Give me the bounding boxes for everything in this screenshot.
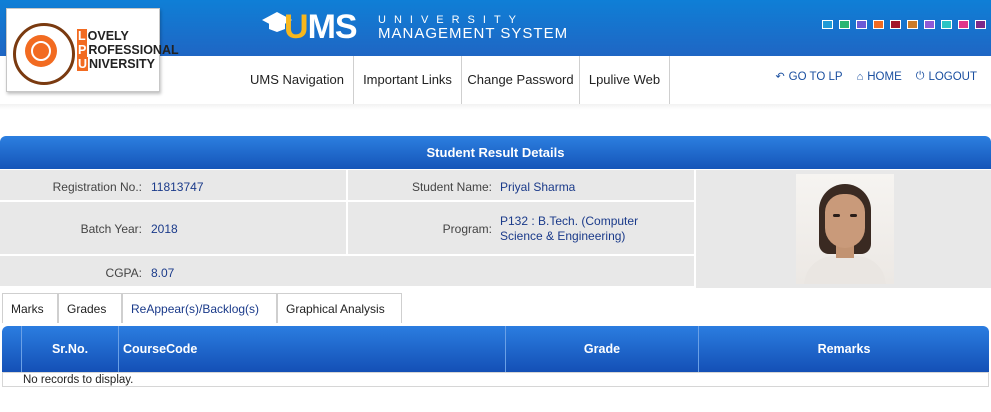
theme-swatch-3[interactable] xyxy=(856,20,867,29)
nav-important-links[interactable]: Important Links xyxy=(354,56,462,104)
theme-swatch-7[interactable] xyxy=(924,20,935,29)
nav-shadow xyxy=(0,104,991,110)
logout-link[interactable]: ⏻ LOGOUT xyxy=(916,70,977,83)
batch-cell: Batch Year: 2018 xyxy=(0,202,348,256)
batch-value: 2018 xyxy=(151,222,178,236)
no-records-message: No records to display. xyxy=(23,374,134,386)
program-cell: Program: P132 : B.Tech. (Computer Scienc… xyxy=(348,202,696,256)
home-link[interactable]: ⌂ HOME xyxy=(857,70,902,83)
student-name-cell: Student Name: Priyal Sharma xyxy=(348,170,696,202)
cgpa-cell: CGPA: 8.07 xyxy=(0,256,696,288)
return-icon: ↶ xyxy=(775,71,785,83)
tab-marks[interactable]: Marks xyxy=(2,293,58,323)
program-value: P132 : B.Tech. (Computer Science & Engin… xyxy=(500,214,639,243)
top-right-links: ↶ GO TO LP ⌂ HOME ⏻ LOGOUT xyxy=(775,70,977,83)
results-grid-header: Sr.No. CourseCode Grade Remarks xyxy=(2,326,989,372)
program-label: Program: xyxy=(442,222,492,236)
go-to-lp-link[interactable]: ↶ GO TO LP xyxy=(775,70,842,84)
tab-reappear-backlog[interactable]: ReAppear(s)/Backlog(s) xyxy=(122,293,277,323)
student-photo xyxy=(796,174,894,284)
cgpa-label: CGPA: xyxy=(105,266,142,280)
panel-title: Student Result Details xyxy=(0,136,991,169)
theme-swatch-9[interactable] xyxy=(958,20,969,29)
student-name-label: Student Name: xyxy=(411,180,492,194)
registration-cell: Registration No.: 11813747 xyxy=(0,170,348,202)
tab-graphical-analysis[interactable]: Graphical Analysis xyxy=(277,293,402,323)
cgpa-value: 8.07 xyxy=(151,266,175,280)
theme-swatch-10[interactable] xyxy=(975,20,986,29)
theme-swatch-1[interactable] xyxy=(822,20,833,29)
col-remarks[interactable]: Remarks xyxy=(699,326,989,372)
registration-value: 11813747 xyxy=(151,180,204,194)
nav-lpulive-web[interactable]: Lpulive Web xyxy=(580,56,670,104)
theme-swatch-6[interactable] xyxy=(907,20,918,29)
batch-label: Batch Year: xyxy=(80,222,142,236)
theme-swatches xyxy=(822,20,986,29)
grid-empty-row: No records to display. xyxy=(2,372,989,387)
home-icon: ⌂ xyxy=(856,70,864,83)
university-name: L OVELY P ROFESSIONAL U NIVERSITY xyxy=(77,29,179,71)
university-seal-icon xyxy=(13,23,75,85)
theme-swatch-4[interactable] xyxy=(873,20,884,29)
theme-swatch-5[interactable] xyxy=(890,20,901,29)
nav-change-password[interactable]: Change Password xyxy=(462,56,580,104)
theme-swatch-8[interactable] xyxy=(941,20,952,29)
student-name-value: Priyal Sharma xyxy=(500,180,576,194)
col-grade[interactable]: Grade xyxy=(506,326,699,372)
power-icon: ⏻ xyxy=(915,70,925,82)
col-sr-no[interactable]: Sr.No. xyxy=(22,326,119,372)
grid-header-spacer xyxy=(2,326,22,372)
ums-logo-text: UMS xyxy=(284,8,358,46)
theme-swatch-2[interactable] xyxy=(839,20,850,29)
col-course-code[interactable]: CourseCode xyxy=(119,326,506,372)
ums-subtitle: UNIVERSITY MANAGEMENT SYSTEM xyxy=(378,14,569,42)
nav-ums-navigation[interactable]: UMS Navigation xyxy=(241,56,354,104)
photo-cell xyxy=(696,170,991,288)
university-logo[interactable]: L OVELY P ROFESSIONAL U NIVERSITY xyxy=(6,8,179,92)
registration-label: Registration No.: xyxy=(52,180,142,194)
tab-grades[interactable]: Grades xyxy=(58,293,122,323)
